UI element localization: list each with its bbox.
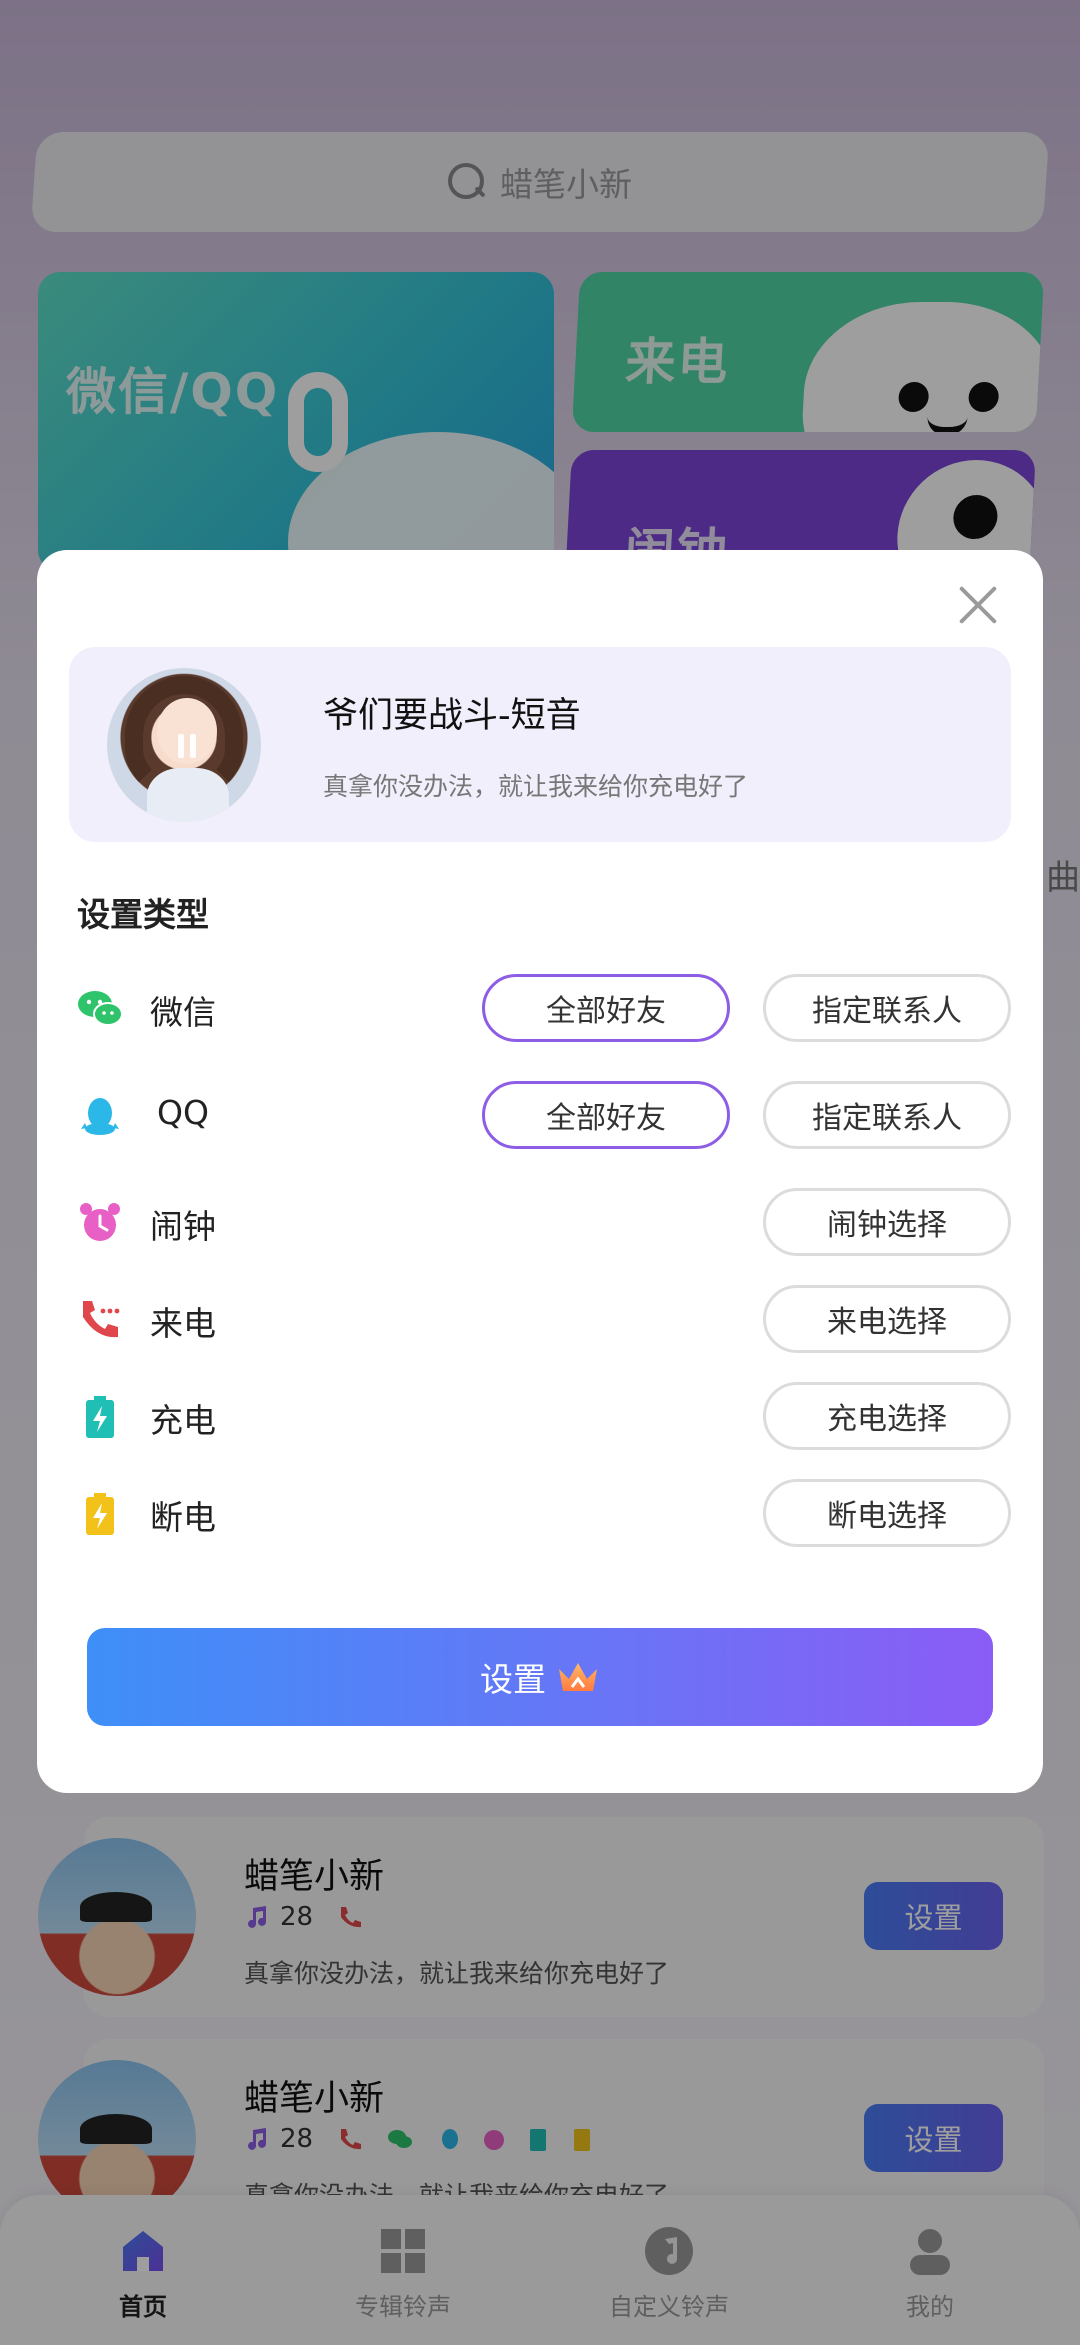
crown-icon: [559, 1663, 597, 1691]
pause-icon[interactable]: [175, 734, 199, 758]
qq-icon: [81, 1098, 119, 1135]
setting-row-charging: 充电 充电选择: [37, 1382, 1043, 1452]
option-all-friends-button[interactable]: 全部好友: [482, 974, 730, 1042]
option-specific-contacts-button[interactable]: 指定联系人: [763, 974, 1011, 1042]
setting-row-call: 来电 来电选择: [37, 1285, 1043, 1355]
charging-select-button[interactable]: 充电选择: [763, 1382, 1011, 1450]
row-label: 来电: [150, 1304, 216, 1343]
setting-row-wechat: 微信 全部好友 指定联系人: [37, 974, 1043, 1044]
row-label: QQ: [157, 1093, 209, 1132]
setting-row-unplug: 断电 断电选择: [37, 1479, 1043, 1549]
row-label: 闹钟: [150, 1207, 216, 1246]
wechat-icon: [78, 991, 123, 1026]
close-icon[interactable]: [957, 584, 999, 626]
alarm-clock-icon: [80, 1203, 120, 1241]
confirm-set-label: 设置: [480, 1660, 546, 1699]
song-cover[interactable]: [107, 668, 261, 822]
song-title: 爷们要战斗-短音: [323, 696, 581, 736]
row-label: 断电: [150, 1498, 216, 1537]
battery-unplug-icon: [86, 1493, 114, 1535]
song-card: 爷们要战斗-短音 真拿你没办法，就让我来给你充电好了: [69, 647, 1011, 842]
section-title: 设置类型: [77, 895, 209, 934]
alarm-select-button[interactable]: 闹钟选择: [763, 1188, 1011, 1256]
song-description: 真拿你没办法，就让我来给你充电好了: [323, 772, 749, 801]
unplug-select-button[interactable]: 断电选择: [763, 1479, 1011, 1547]
setting-row-alarm: 闹钟 闹钟选择: [37, 1188, 1043, 1258]
row-label: 充电: [150, 1401, 216, 1440]
phone-call-icon: [83, 1301, 120, 1338]
option-all-friends-button[interactable]: 全部好友: [482, 1081, 730, 1149]
option-specific-contacts-button[interactable]: 指定联系人: [763, 1081, 1011, 1149]
battery-charging-icon: [86, 1396, 114, 1438]
set-ringtone-dialog: 爷们要战斗-短音 真拿你没办法，就让我来给你充电好了 设置类型 微信 全部好友 …: [37, 550, 1043, 1793]
confirm-set-button[interactable]: 设置: [87, 1628, 993, 1726]
row-label: 微信: [150, 993, 216, 1032]
setting-row-qq: QQ 全部好友 指定联系人: [37, 1081, 1043, 1151]
call-select-button[interactable]: 来电选择: [763, 1285, 1011, 1353]
